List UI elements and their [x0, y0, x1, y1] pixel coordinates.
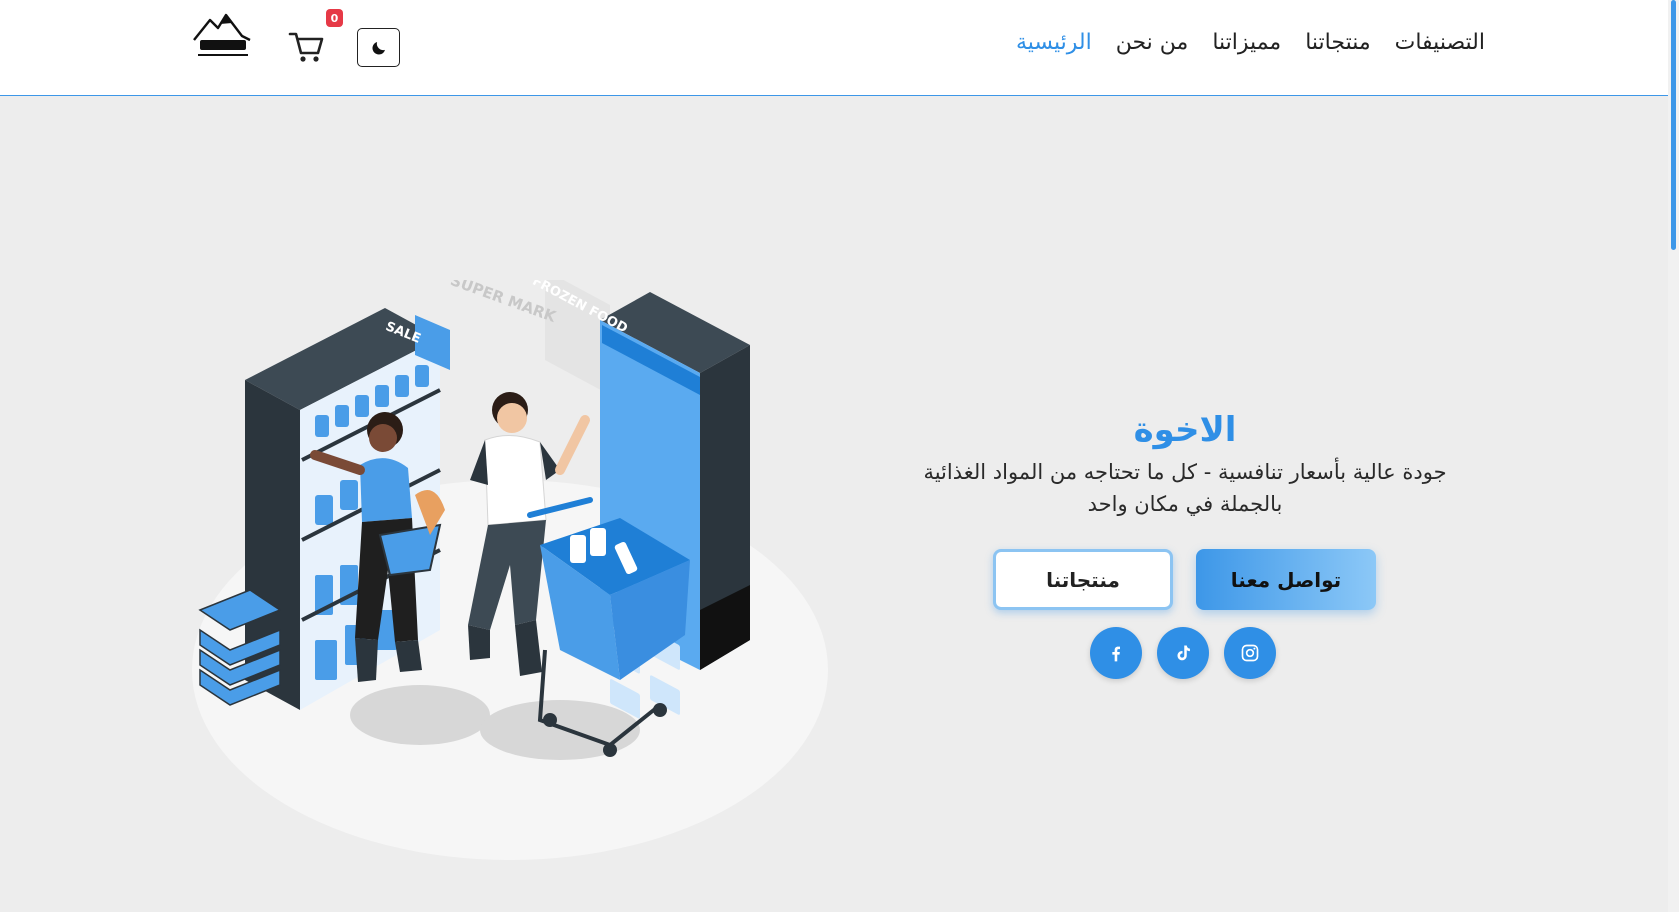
tiktok-link[interactable] — [1157, 627, 1209, 679]
instagram-link[interactable] — [1224, 627, 1276, 679]
nav-item-about[interactable]: من نحن — [1116, 30, 1189, 55]
shopping-cart-icon — [288, 32, 324, 62]
hero-subtitle-line-1: جودة عالية بأسعار تنافسية - كل ما تحتاجه… — [923, 460, 1447, 484]
nav-item-home[interactable]: الرئيسية — [1016, 30, 1092, 55]
nav-item-features[interactable]: مميزاتنا — [1212, 30, 1281, 55]
tiktok-icon — [1177, 645, 1190, 661]
hero-title: الاخوة — [1133, 410, 1237, 450]
our-products-button[interactable]: منتجاتنا — [993, 549, 1173, 610]
nav-item-products[interactable]: منتجاتنا — [1305, 30, 1370, 55]
scrollbar-thumb[interactable] — [1671, 0, 1676, 250]
site-header: التصنيفات منتجاتنا مميزاتنا من نحن الرئي… — [0, 0, 1679, 96]
brand-logo[interactable] — [190, 10, 256, 62]
cart-count-badge: 0 — [326, 9, 343, 27]
social-links — [1090, 627, 1276, 679]
facebook-link[interactable] — [1090, 627, 1142, 679]
theme-toggle-button[interactable] — [357, 28, 400, 67]
hero-subtitle-line-2: بالجملة في مكان واحد — [1087, 492, 1283, 516]
hero-cta-row: منتجاتنا تواصل معنا — [993, 549, 1376, 611]
page-scrollbar[interactable] — [1668, 0, 1679, 912]
contact-us-button[interactable]: تواصل معنا — [1196, 549, 1376, 610]
instagram-icon — [1241, 644, 1259, 662]
cart-button[interactable] — [286, 30, 326, 66]
hero-subtitle: جودة عالية بأسعار تنافسية - كل ما تحتاجه… — [880, 456, 1490, 520]
nav-item-categories[interactable]: التصنيفات — [1395, 30, 1485, 55]
hero-text-block: الاخوة جودة عالية بأسعار تنافسية - كل ما… — [880, 410, 1490, 520]
main-nav: التصنيفات منتجاتنا مميزاتنا من نحن الرئي… — [1016, 30, 1485, 55]
facebook-icon — [1112, 646, 1120, 662]
moon-icon — [371, 41, 385, 55]
mountain-logo-icon — [193, 13, 251, 56]
supermarket-illustration: SALE SUPER MARK FROZEN FOOD — [190, 270, 840, 860]
